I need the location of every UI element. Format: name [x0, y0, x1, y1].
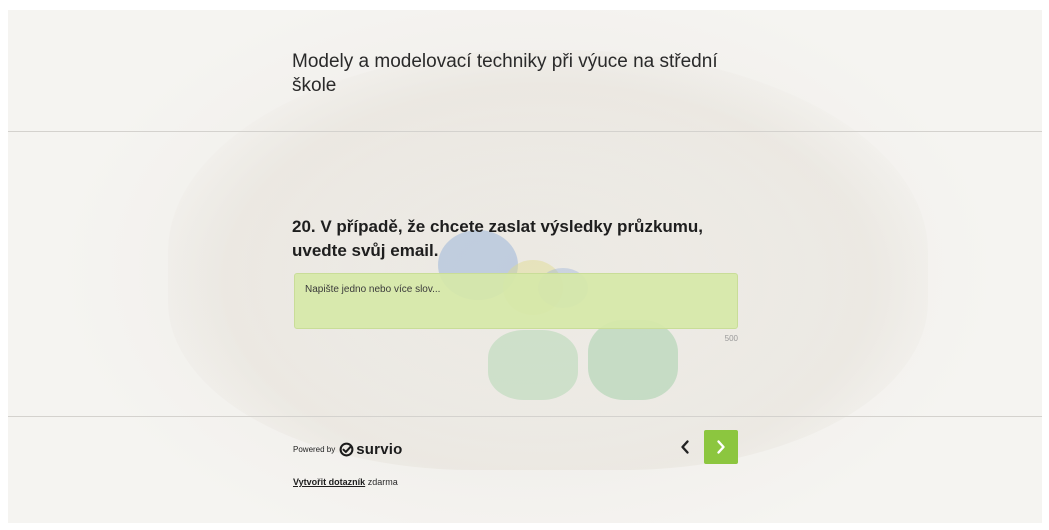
- survey-page: Modely a modelovací techniky při výuce n…: [8, 10, 1042, 523]
- question-title: 20. V případě, že chcete zaslat výsledky…: [292, 217, 704, 260]
- chevron-left-icon: [681, 440, 689, 454]
- header-divider: [8, 131, 1042, 132]
- answer-text-field[interactable]: [294, 273, 738, 329]
- survio-logo-icon: [339, 442, 354, 456]
- chevron-right-icon: [717, 440, 725, 454]
- background-tooth: [488, 330, 578, 400]
- powered-by-label: Powered by: [293, 444, 336, 454]
- previous-button[interactable]: [673, 432, 697, 462]
- survio-brand-name: survio: [356, 440, 403, 458]
- create-survey-suffix: zdarma: [367, 477, 398, 487]
- next-button[interactable]: [704, 430, 738, 464]
- create-survey-line: Vytvořit dotazník zdarma: [293, 477, 398, 487]
- background-tooth: [588, 320, 678, 400]
- footer-divider: [8, 416, 1042, 417]
- create-survey-link[interactable]: Vytvořit dotazník: [293, 477, 365, 487]
- survio-brand: survio: [339, 441, 402, 458]
- powered-by-badge[interactable]: Powered by survio: [293, 440, 402, 458]
- survey-title: Modely a modelovací techniky při výuce n…: [292, 51, 718, 96]
- character-limit: 500: [724, 334, 738, 343]
